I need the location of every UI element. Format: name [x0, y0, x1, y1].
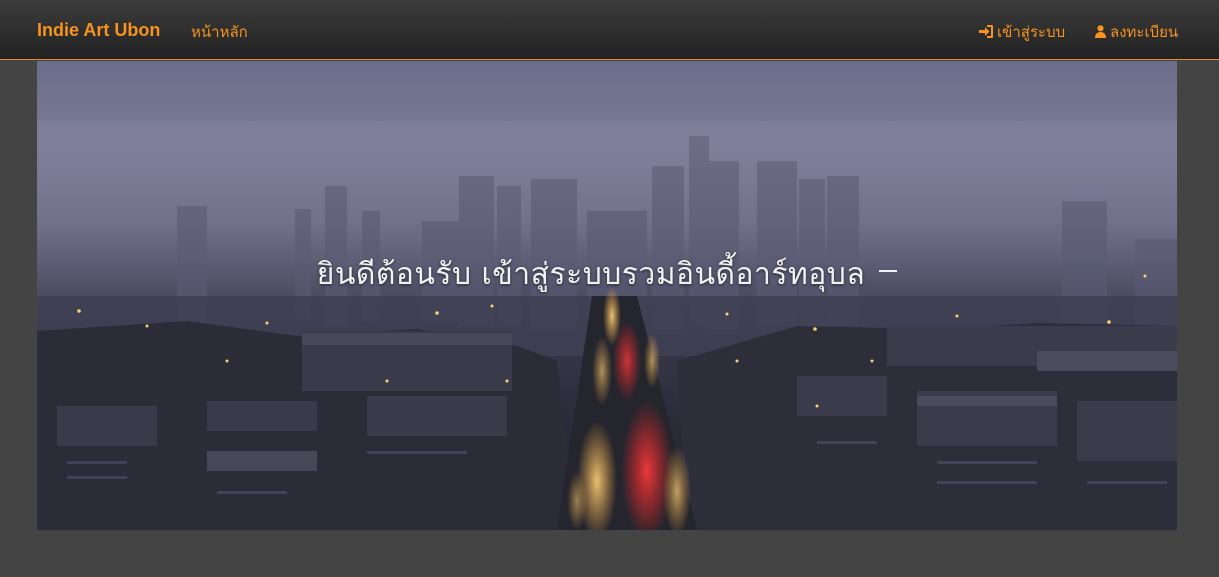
hero-welcome-heading: ยินดีต้อนรับ เข้าสู่ระบบรวมอินดี้อาร์ทอุ…	[37, 251, 1177, 298]
sign-in-icon	[979, 24, 993, 42]
top-navbar: Indie Art Ubon หน้าหลัก เข้าสู่ระบบ ลงทะ…	[0, 0, 1219, 60]
nav-login-label: เข้าสู่ระบบ	[997, 23, 1066, 41]
brand-link[interactable]: Indie Art Ubon	[37, 20, 160, 41]
nav-login-link[interactable]: เข้าสู่ระบบ	[979, 20, 1065, 44]
nav-home-link[interactable]: หน้าหลัก	[191, 20, 248, 44]
nav-register-label: ลงทะเบียน	[1110, 23, 1179, 41]
hero-banner: ยินดีต้อนรับ เข้าสู่ระบบรวมอินดี้อาร์ทอุ…	[37, 61, 1177, 530]
typing-cursor	[879, 270, 898, 272]
nav-register-link[interactable]: ลงทะเบียน	[1095, 20, 1178, 44]
user-icon	[1095, 24, 1106, 42]
hero-welcome-text: ยินดีต้อนรับ เข้าสู่ระบบรวมอินดี้อาร์ทอุ…	[316, 257, 866, 292]
